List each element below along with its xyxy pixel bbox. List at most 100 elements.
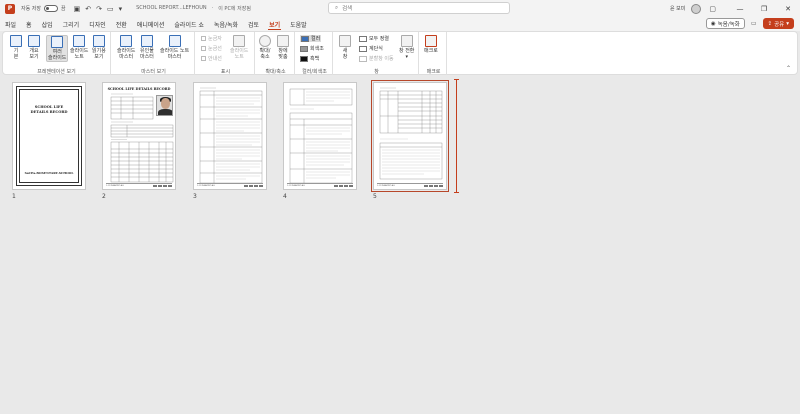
- move-split-option[interactable]: 분할창 이동: [359, 55, 394, 62]
- macros-button[interactable]: 매크로: [424, 35, 438, 54]
- document-title[interactable]: SCHOOL REPORT...LEFHOUN · 이 PC에 저장됨: [136, 5, 251, 12]
- slide-4-content: [289, 88, 353, 184]
- collapse-ribbon-icon[interactable]: ⌃: [786, 65, 791, 72]
- notes-page-button[interactable]: 슬라이드 노트: [70, 35, 88, 60]
- cascade-label: 계단식: [369, 46, 383, 52]
- ribbon-display-icon[interactable]: ▢: [709, 5, 716, 13]
- slide-sorter-label-2: 슬라이드: [48, 55, 67, 61]
- slide-number-1: 1: [12, 193, 16, 200]
- slide-thumbnail-3[interactable]: 1-11-THEARTFIT-ALL: [193, 82, 267, 190]
- maximize-icon[interactable]: ❐: [752, 0, 776, 17]
- tab-transitions[interactable]: 전환: [111, 17, 132, 31]
- slide-sorter-canvas[interactable]: SCHOOL LIFE DETAILS RECORD SaCPa-BOSENTA…: [0, 75, 800, 414]
- slide-1-title-line2: DETAILS RECORD: [30, 110, 68, 114]
- reading-view-button[interactable]: 읽기용 보기: [92, 35, 106, 60]
- slide-thumbnail-4[interactable]: 1-11-THEARTFIT-ALL: [283, 82, 357, 190]
- slide-master-button[interactable]: 슬라이드 마스터: [117, 35, 135, 60]
- slide-thumbnail-2[interactable]: SCHOOL LIFE DETAILS RECORD 1-11-THEARTFI…: [102, 82, 176, 190]
- autosave[interactable]: 자동 저장 끔: [21, 5, 66, 12]
- tab-help[interactable]: 도움말: [285, 17, 312, 31]
- guides-checkbox[interactable]: 안내선: [201, 55, 222, 62]
- share-button[interactable]: ⇪ 공유 ▾: [762, 18, 794, 29]
- slide-2-footer-text: 1-11-THEARTFIT-ALL: [106, 184, 124, 187]
- customize-qat-icon[interactable]: ▾: [119, 5, 123, 13]
- share-label: 공유: [774, 21, 785, 28]
- black-white-swatch-icon: [300, 55, 308, 62]
- guides-label: 안내선: [208, 56, 222, 62]
- guides-check-box[interactable]: [201, 56, 206, 61]
- arrange-all-label: 모두 정렬: [369, 36, 389, 42]
- ribbon: 기 본 개요 보기 여러 슬라이드 슬라이드 노트 읽기용 보기 프레젠테이션 …: [2, 31, 798, 76]
- tab-file[interactable]: 파일: [0, 17, 21, 31]
- title-bar: P 자동 저장 끔 ▣ ↶ ↷ ▭ ▾ SCHOOL REPORT...LEFH…: [0, 0, 800, 17]
- ribbon-tabs: 파일 홈 삽입 그리기 디자인 전환 애니메이션 슬라이드 쇼 녹음/녹화 검토…: [0, 17, 800, 31]
- share-chevron-icon: ▾: [786, 20, 789, 27]
- outline-view-icon: [28, 35, 40, 47]
- gridlines-check-box[interactable]: [201, 46, 206, 51]
- ruler-check-box[interactable]: [201, 36, 206, 41]
- tab-review[interactable]: 검토: [243, 17, 264, 31]
- tab-view[interactable]: 보기: [264, 17, 285, 31]
- tab-insert[interactable]: 삽입: [37, 17, 58, 31]
- fit-label-2: 맞춤: [278, 54, 288, 60]
- save-icon[interactable]: ▣: [74, 5, 81, 13]
- slide-thumbnail-5[interactable]: 1-11-THEARTFIT-ALL: [371, 80, 449, 192]
- new-window-label-2: 창: [342, 54, 348, 60]
- switch-window-button[interactable]: 창 전환 ▾: [399, 35, 414, 60]
- search-input[interactable]: ⌕ 검색: [328, 2, 510, 14]
- tab-draw[interactable]: 그리기: [58, 17, 85, 31]
- autosave-toggle[interactable]: [44, 5, 58, 12]
- fit-to-window-button[interactable]: 창에 맞춤: [277, 35, 289, 60]
- outline-view-button[interactable]: 개요 보기: [28, 35, 40, 60]
- tab-home[interactable]: 홈: [21, 17, 37, 31]
- avatar[interactable]: [691, 3, 702, 14]
- group-label-color: 컬러/회색조: [302, 69, 327, 75]
- undo-icon[interactable]: ↶: [85, 5, 91, 13]
- minimize-icon[interactable]: —: [728, 0, 752, 17]
- slide-thumbnail-1[interactable]: SCHOOL LIFE DETAILS RECORD SaCPa-BOSENTA…: [12, 82, 86, 190]
- arrange-all-option[interactable]: 모두 정렬: [359, 35, 389, 42]
- move-split-label: 분할창 이동: [369, 56, 394, 62]
- present-icon[interactable]: ▭: [107, 5, 114, 13]
- quick-access-toolbar: ▣ ↶ ↷ ▭ ▾: [74, 5, 123, 13]
- slide-sorter-button[interactable]: 여러 슬라이드: [46, 35, 69, 62]
- ruler-checkbox[interactable]: 눈금자: [201, 35, 222, 42]
- doc-name: SCHOOL REPORT...LEFHOUN: [136, 5, 207, 11]
- grayscale-label: 회색조: [310, 46, 324, 52]
- redo-icon[interactable]: ↷: [96, 5, 102, 13]
- tab-design[interactable]: 디자인: [84, 17, 111, 31]
- user-name[interactable]: 윤 보미: [670, 5, 685, 12]
- gridlines-checkbox[interactable]: 눈금선: [201, 45, 222, 52]
- new-window-icon: [339, 35, 351, 47]
- new-window-button[interactable]: 새 창: [339, 35, 351, 60]
- zoom-button[interactable]: 확대/ 축소: [259, 35, 271, 60]
- slide-2-footer: 1-11-THEARTFIT-ALL: [106, 183, 172, 187]
- close-icon[interactable]: ✕: [776, 0, 800, 17]
- slide-3-content: [199, 87, 263, 184]
- record-button[interactable]: ◉ 녹음/녹화: [705, 18, 745, 29]
- black-white-option[interactable]: 흑백: [300, 55, 319, 62]
- notes-master-icon: [168, 35, 181, 47]
- notes-master-button[interactable]: 슬라이드 노트 마스터: [160, 35, 189, 60]
- handout-master-label-2: 마스터: [140, 54, 154, 60]
- slide-3-footer-boxes: [244, 184, 263, 187]
- tab-animations[interactable]: 애니메이션: [132, 17, 170, 31]
- handout-master-icon: [140, 35, 153, 47]
- tab-slideshow[interactable]: 슬라이드 쇼: [169, 17, 209, 31]
- comments-icon[interactable]: ▭: [751, 20, 757, 27]
- tab-record[interactable]: 녹음/녹화: [209, 17, 243, 31]
- color-label: 컬러: [311, 36, 321, 42]
- arrange-all-icon: [359, 35, 367, 42]
- slide-number-4: 4: [283, 193, 287, 200]
- reading-view-icon: [92, 35, 105, 47]
- macros-label: 매크로: [424, 48, 438, 54]
- grayscale-option[interactable]: 회색조: [300, 45, 324, 52]
- color-option[interactable]: 컬러: [300, 35, 322, 42]
- handout-master-button[interactable]: 유인물 마스터: [140, 35, 154, 60]
- normal-view-button[interactable]: 기 본: [10, 35, 22, 60]
- notes-button[interactable]: 슬라이드 노트: [230, 35, 248, 60]
- cascade-option[interactable]: 계단식: [359, 45, 383, 52]
- switch-window-icon: [400, 35, 413, 47]
- slide-master-label-2: 마스터: [119, 54, 134, 60]
- cascade-icon: [359, 45, 367, 52]
